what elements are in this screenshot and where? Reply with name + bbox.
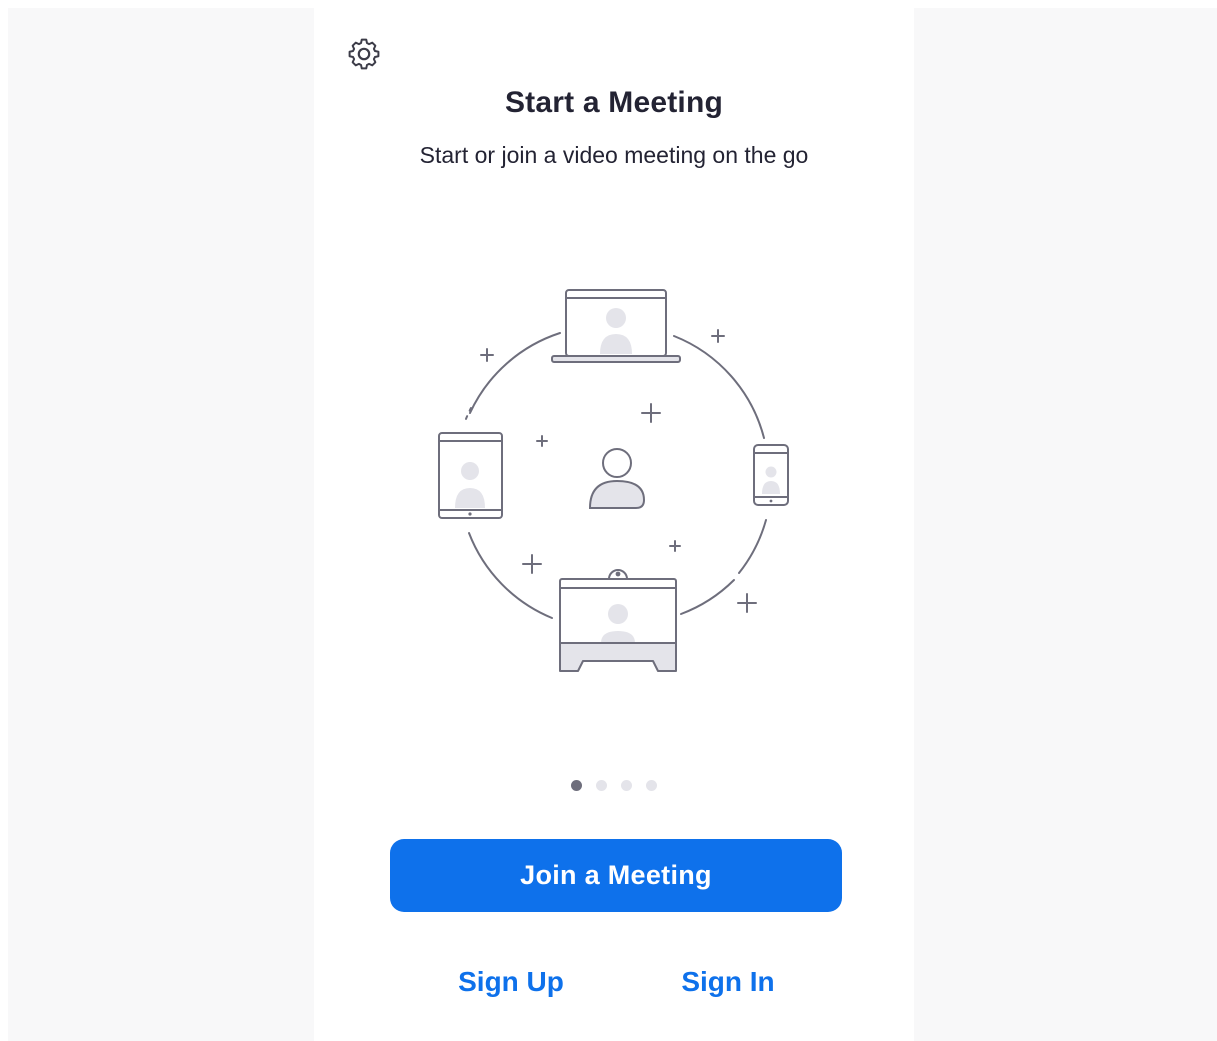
laptop-icon	[551, 289, 681, 363]
phone-icon	[753, 444, 789, 506]
settings-button[interactable]	[344, 34, 384, 74]
page-dot-2[interactable]	[596, 780, 607, 791]
room-system-icon	[559, 569, 677, 672]
gear-icon	[348, 38, 380, 70]
page-indicator	[314, 780, 914, 792]
user-icon	[588, 448, 646, 509]
join-meeting-button[interactable]: Join a Meeting	[390, 839, 842, 912]
tablet-icon	[438, 432, 503, 519]
sign-up-button[interactable]: Sign Up	[446, 960, 576, 1004]
start-meeting-screen: Start a Meeting Start or join a video me…	[314, 8, 914, 1041]
page-title: Start a Meeting	[504, 86, 724, 119]
meeting-illustration	[438, 289, 789, 672]
page-subtitle: Start or join a video meeting on the go	[419, 142, 809, 168]
page-dot-4[interactable]	[646, 780, 657, 791]
page-dot-1[interactable]	[571, 780, 582, 791]
page-dot-3[interactable]	[621, 780, 632, 791]
sign-in-button[interactable]: Sign In	[670, 960, 786, 1004]
